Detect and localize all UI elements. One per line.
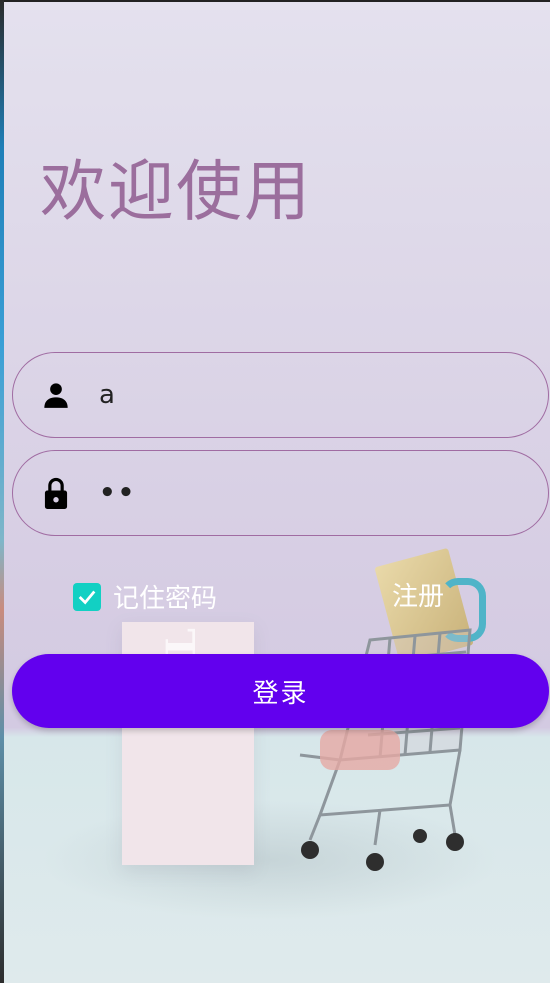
remember-password-checkbox[interactable]: 记住密码: [73, 578, 217, 615]
password-value[interactable]: ••: [99, 478, 136, 508]
background-shopping-cart: [280, 600, 480, 880]
password-field[interactable]: ••: [12, 450, 549, 536]
remember-password-label[interactable]: 记住密码: [113, 578, 217, 615]
username-field[interactable]: a: [12, 352, 549, 438]
login-button[interactable]: 登录: [12, 654, 549, 728]
top-border: [0, 0, 550, 2]
person-icon: [41, 378, 71, 412]
checkbox-checked-icon[interactable]: [73, 582, 101, 611]
window-edge: [0, 0, 4, 983]
welcome-title: 欢迎使用: [40, 153, 312, 230]
username-value[interactable]: a: [99, 380, 115, 410]
lock-icon: [41, 476, 71, 510]
register-link[interactable]: 注册: [392, 576, 444, 613]
